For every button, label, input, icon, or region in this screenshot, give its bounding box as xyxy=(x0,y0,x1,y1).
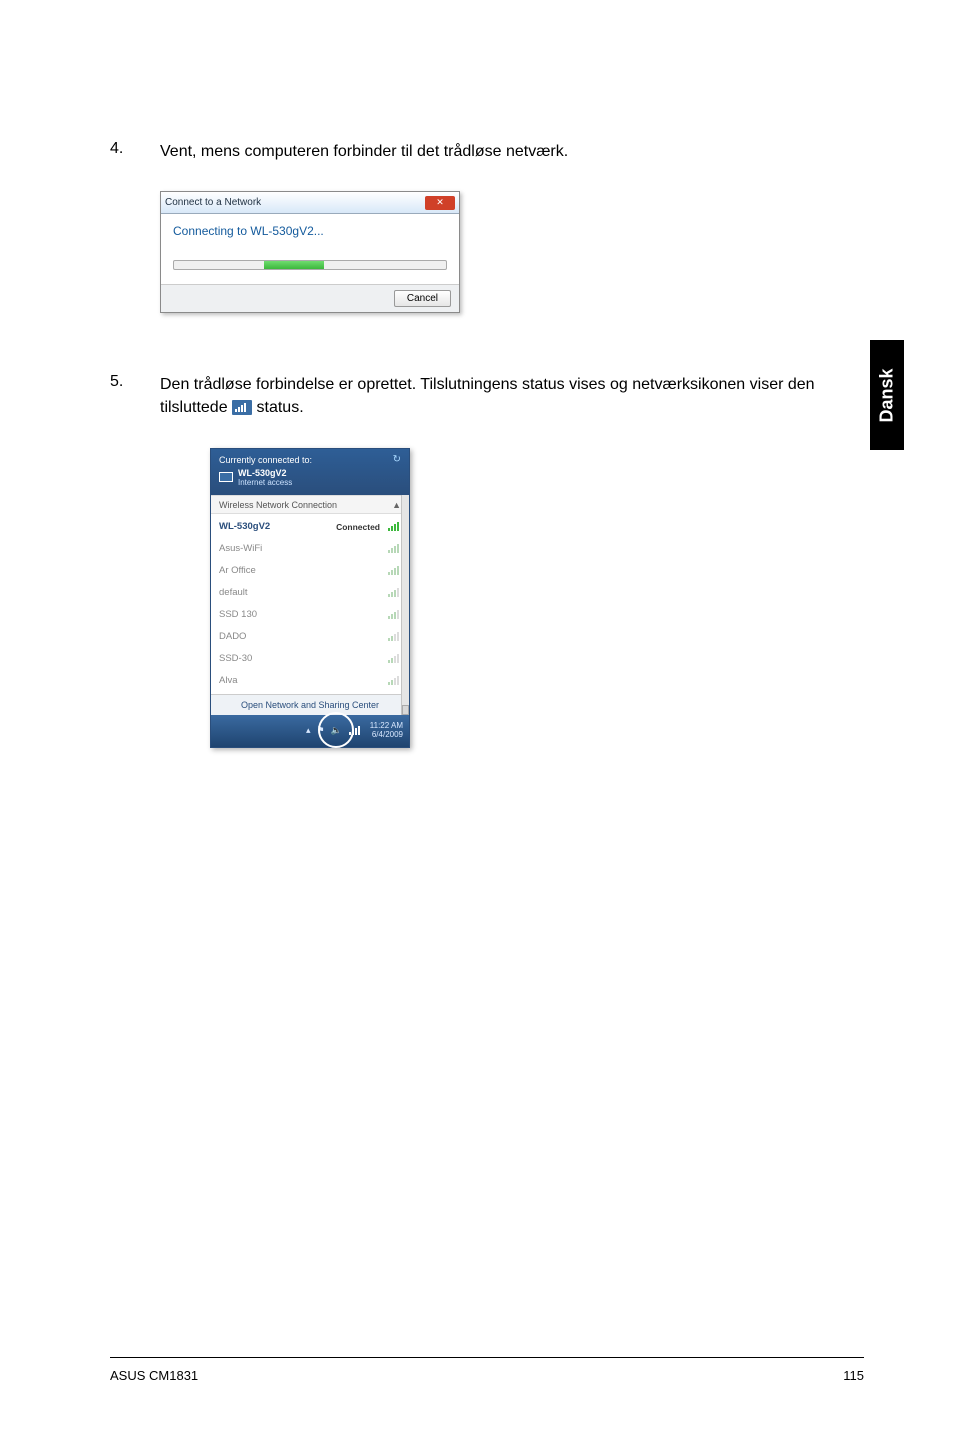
network-name: default xyxy=(219,587,248,598)
signal-icon xyxy=(387,652,401,666)
step-5: 5. Den trådløse forbindelse er oprettet.… xyxy=(110,373,864,419)
language-tab: Dansk xyxy=(870,340,904,450)
wireless-section-header: Wireless Network Connection ▲ xyxy=(211,495,409,514)
flyout-header: ↻ Currently connected to: WL-530gV2 Inte… xyxy=(211,449,409,495)
speaker-icon[interactable]: 🔈 xyxy=(331,725,342,736)
signal-icon xyxy=(387,674,401,688)
network-name: WL-530gV2 xyxy=(219,521,270,532)
network-name: DADO xyxy=(219,631,246,642)
signal-icon xyxy=(387,586,401,600)
signal-icon xyxy=(387,608,401,622)
refresh-icon[interactable]: ↻ xyxy=(393,454,401,465)
step-4-text: Vent, mens computeren forbinder til det … xyxy=(160,140,568,163)
clock-date: 6/4/2009 xyxy=(370,731,403,740)
dialog-titlebar: Connect to a Network ✕ xyxy=(161,192,459,214)
network-item[interactable]: default xyxy=(211,582,409,604)
progress-bar xyxy=(173,260,447,270)
footer-left: ASUS CM1831 xyxy=(110,1368,198,1383)
network-name: SSD-30 xyxy=(219,653,252,664)
signal-icon xyxy=(387,520,401,534)
currently-connected-label: Currently connected to: xyxy=(219,455,401,465)
step-4: 4. Vent, mens computeren forbinder til d… xyxy=(110,140,864,163)
progress-chunk xyxy=(264,261,324,269)
signal-bars-icon xyxy=(232,400,252,415)
network-item[interactable]: SSD-30 xyxy=(211,648,409,670)
taskbar: ▴ ⚑ 🔈 11:22 AM 6/4/2009 xyxy=(211,715,409,747)
tray-up-icon[interactable]: ▴ xyxy=(306,725,311,736)
network-tray-icon[interactable] xyxy=(348,724,362,738)
network-list: WL-530gV2 Connected Asus-WiFi Ar Office defa… xyxy=(211,514,409,694)
network-signal xyxy=(387,564,401,578)
network-item[interactable]: DADO xyxy=(211,626,409,648)
network-signal xyxy=(387,608,401,622)
dialog-title-text: Connect to a Network xyxy=(165,197,261,208)
flag-icon[interactable]: ⚑ xyxy=(316,725,324,736)
scroll-down-icon[interactable] xyxy=(402,705,409,715)
connecting-text: Connecting to WL-530gV2... xyxy=(173,224,447,238)
network-name: Asus-WiFi xyxy=(219,543,262,554)
monitor-icon xyxy=(219,472,233,482)
cancel-button[interactable]: Cancel xyxy=(394,290,451,307)
chevron-up-icon[interactable]: ▲ xyxy=(392,500,401,510)
footer-page-number: 115 xyxy=(843,1368,864,1383)
network-item[interactable]: Asus-WiFi xyxy=(211,538,409,560)
network-signal: Connected xyxy=(336,520,401,534)
network-flyout: ↻ Currently connected to: WL-530gV2 Inte… xyxy=(210,448,410,748)
language-label: Dansk xyxy=(877,368,898,422)
network-name: SSD 130 xyxy=(219,609,257,620)
step-4-number: 4. xyxy=(110,140,160,163)
network-signal xyxy=(387,542,401,556)
section-label: Wireless Network Connection xyxy=(219,500,337,510)
access-label: Internet access xyxy=(238,478,292,487)
connected-ssid: WL-530gV2 xyxy=(238,468,292,478)
close-icon[interactable]: ✕ xyxy=(425,196,455,210)
network-item[interactable]: SSD 130 xyxy=(211,604,409,626)
network-name: Ar Office xyxy=(219,565,256,576)
network-signal xyxy=(387,674,401,688)
network-signal xyxy=(387,586,401,600)
network-item[interactable]: WL-530gV2 Connected xyxy=(211,516,409,538)
step-5-number: 5. xyxy=(110,373,160,419)
open-sharing-center-link[interactable]: Open Network and Sharing Center xyxy=(211,694,409,715)
signal-icon xyxy=(387,630,401,644)
step-5-text: Den trådløse forbindelse er oprettet. Ti… xyxy=(160,373,864,419)
step-5-text-b: status. xyxy=(257,399,304,416)
connected-status: Connected xyxy=(336,522,380,532)
signal-icon xyxy=(387,542,401,556)
signal-icon xyxy=(387,564,401,578)
network-signal xyxy=(387,630,401,644)
network-signal xyxy=(387,652,401,666)
network-item[interactable]: Ar Office xyxy=(211,560,409,582)
connect-dialog: Connect to a Network ✕ Connecting to WL-… xyxy=(160,191,460,313)
page-footer: ASUS CM1831 115 xyxy=(110,1357,864,1383)
network-item[interactable]: Alva xyxy=(211,670,409,692)
network-name: Alva xyxy=(219,675,237,686)
